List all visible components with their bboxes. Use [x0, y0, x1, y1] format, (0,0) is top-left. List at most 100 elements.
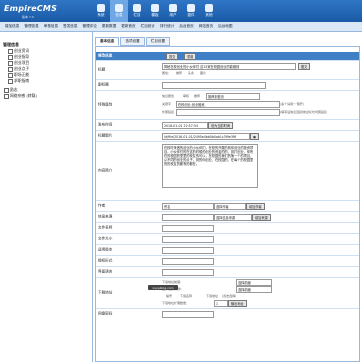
- subtitle-label: 副标题: [98, 82, 109, 87]
- outlink-input[interactable]: [176, 109, 280, 116]
- folder-icon: [8, 78, 13, 84]
- outlink-hint: (填写后信息连接地址将为外部链接): [280, 110, 328, 114]
- subnav-review-info[interactable]: 审核信息: [44, 24, 58, 29]
- special-check-1[interactable]: 信息属性: [162, 94, 174, 98]
- time-label: 发布时间: [98, 122, 113, 127]
- keywords-input[interactable]: 在校创业,创业融资,: [176, 101, 280, 108]
- file-size-input[interactable]: [162, 236, 214, 243]
- subnav-admin-map[interactable]: 后台地图: [218, 24, 232, 29]
- title-image-button[interactable]: 图文: [298, 63, 311, 70]
- form-panel: 修改信息 提交 重置 标题 揭秘在校创业的小伙伴们 这15家在校园创业的能赚钱 …: [95, 46, 360, 362]
- file-name-input[interactable]: [162, 225, 214, 232]
- dl-prefix-select[interactable]: 选择前缀: [236, 279, 272, 286]
- plugin-icon: [187, 4, 195, 12]
- subnav-rank-stats[interactable]: 排行统计: [160, 24, 174, 29]
- license-row: 授权形式: [96, 256, 359, 267]
- attr-option-recommend[interactable]: 推荐: [176, 71, 182, 75]
- top-nav-other[interactable]: 其他: [200, 0, 218, 22]
- password-row: 网盘密码: [96, 309, 359, 319]
- tree-item[interactable]: 求职指南: [8, 78, 29, 84]
- publish-time-row: 发布时间 2016-01-01 22:57:34 设为当前时间: [96, 120, 359, 131]
- set-current-time-button[interactable]: 设为当前时间: [208, 122, 234, 129]
- title-label: 标题: [98, 67, 106, 72]
- top-nav-info[interactable]: 信息: [110, 0, 128, 22]
- source-row: 信息来源 选择信息来源 增加来源: [96, 212, 359, 223]
- source-label: 信息来源: [98, 214, 113, 219]
- author-input[interactable]: 佚名: [162, 203, 214, 210]
- download-row: 下载地址 下载地址前缀： 选择前缀 选择/上传附件： 选择前缀 编号 下载名称 …: [96, 278, 359, 309]
- recommend-select[interactable]: 推荐到首页: [206, 93, 260, 100]
- top-nav-column[interactable]: 栏目: [128, 0, 146, 22]
- language-row: 界面语言: [96, 267, 359, 278]
- keywords-label: 关键字: [162, 102, 172, 106]
- password-input[interactable]: [162, 311, 214, 318]
- image-choose-button[interactable]: ▣: [250, 133, 260, 140]
- folder-icon: [8, 60, 13, 66]
- tab-options[interactable]: 选项设置: [120, 37, 145, 46]
- top-nav-template[interactable]: 模板: [146, 0, 164, 22]
- add-author-button[interactable]: 增加作者: [246, 203, 265, 210]
- time-input[interactable]: 2016-01-01 22:57:34: [162, 122, 208, 129]
- language-input[interactable]: [162, 269, 214, 276]
- submit-button[interactable]: 提交: [166, 53, 179, 60]
- top-nav-plugin[interactable]: 插件: [182, 0, 200, 22]
- top-bar: EmpireCMS 版本 7.0 系统 信息 栏目 模板 用户 插件 其他: [0, 0, 362, 22]
- add-source-button[interactable]: 增加来源: [252, 214, 271, 221]
- subnav-column-stats[interactable]: 栏目统计: [141, 24, 155, 29]
- top-nav-system[interactable]: 系统: [92, 0, 110, 22]
- form-tabs: 基本信息 选项设置 栏目设置: [95, 37, 171, 46]
- license-input[interactable]: [162, 258, 214, 265]
- folder-icon: [8, 54, 13, 60]
- os-row: 适用版本: [96, 245, 359, 256]
- subnav-update-data[interactable]: 更新数据: [102, 24, 116, 29]
- author-select[interactable]: 选择作者: [214, 203, 246, 210]
- special-attr-row: 特殊属性 信息属性 审核 推荐 推荐到首页 关键字 在校创业,创业融资, (多个…: [96, 91, 359, 120]
- watermark: xuyablog.com: [148, 285, 178, 290]
- file-name-row: 文件名称: [96, 223, 359, 234]
- os-input[interactable]: [162, 247, 214, 254]
- dl-upload-select[interactable]: 选择前缀: [236, 286, 272, 293]
- special-check-3[interactable]: 推荐: [194, 94, 200, 98]
- dl-prefix-label: 下载地址前缀：: [162, 280, 184, 284]
- special-check-2[interactable]: 审核: [183, 94, 189, 98]
- attr-option-headline[interactable]: 头条: [188, 71, 194, 75]
- password-label: 网盘密码: [98, 311, 113, 316]
- empirecms-logo[interactable]: EmpireCMS: [4, 4, 57, 13]
- tree-item[interactable]: 网络杂感 (转载): [4, 93, 37, 99]
- tab-column-settings[interactable]: 栏目设置: [145, 37, 171, 46]
- subnav-admin-home[interactable]: 后台首页: [179, 24, 193, 29]
- column-icon: [133, 4, 141, 12]
- subnav-manage-info[interactable]: 管理信息: [24, 24, 38, 29]
- folder-icon: [4, 87, 9, 93]
- subnav-sign-info[interactable]: 签发信息: [63, 24, 77, 29]
- image-path-input[interactable]: /d/file/2016-01-01/2495e4bb0b0ab1c3f9e3f…: [162, 133, 250, 140]
- summary-label: 内容简介: [98, 168, 113, 173]
- subtitle-row: 副标题: [96, 80, 359, 91]
- summary-textarea[interactable]: 在校时来做的创业的小伙伴们，在校的开展的到你创业的投资项目，小伙伴们的在这的时候…: [162, 144, 258, 188]
- form-header-title: 修改信息: [98, 53, 113, 58]
- subtitle-input[interactable]: [162, 82, 266, 89]
- language-label: 界面语言: [98, 269, 113, 274]
- author-label: 作者: [98, 203, 106, 208]
- subnav-update-home[interactable]: 更新首页: [121, 24, 135, 29]
- dl-output-button[interactable]: 输出地址: [228, 300, 247, 307]
- attr-option-image[interactable]: 图片: [200, 71, 206, 75]
- source-input[interactable]: [162, 214, 214, 221]
- subnav-add-info[interactable]: 增加信息: [5, 24, 19, 29]
- dl-col-name: 下载名称: [180, 294, 193, 298]
- tab-basic-info[interactable]: 基本信息: [95, 37, 120, 46]
- source-select[interactable]: 选择信息来源: [214, 214, 252, 221]
- title-attr-label: 属性：: [162, 71, 172, 75]
- top-nav-user[interactable]: 用户: [164, 0, 182, 22]
- logo-subtitle: 版本 7.0: [22, 15, 34, 19]
- title-image-row: 标题图片 /d/file/2016-01-01/2495e4bb0b0ab1c3…: [96, 131, 359, 142]
- title-input[interactable]: 揭秘在校创业的小伙伴们 这15家在校园创业的能赚钱: [162, 63, 296, 70]
- reset-button[interactable]: 重置: [184, 53, 197, 60]
- dl-extend-count[interactable]: 1: [214, 300, 228, 307]
- subnav-manage-comments[interactable]: 管理评论: [83, 24, 97, 29]
- outlink-label: 外部链接: [162, 110, 175, 114]
- main-area: 基本信息 选项设置 栏目设置 修改信息 提交 重置 标题 揭秘在校创业的小伙伴们…: [93, 32, 362, 362]
- file-size-label: 文件大小: [98, 236, 113, 241]
- author-row: 作者 佚名 选择作者 增加作者: [96, 201, 359, 212]
- subnav-site-home[interactable]: 网站首页: [199, 24, 213, 29]
